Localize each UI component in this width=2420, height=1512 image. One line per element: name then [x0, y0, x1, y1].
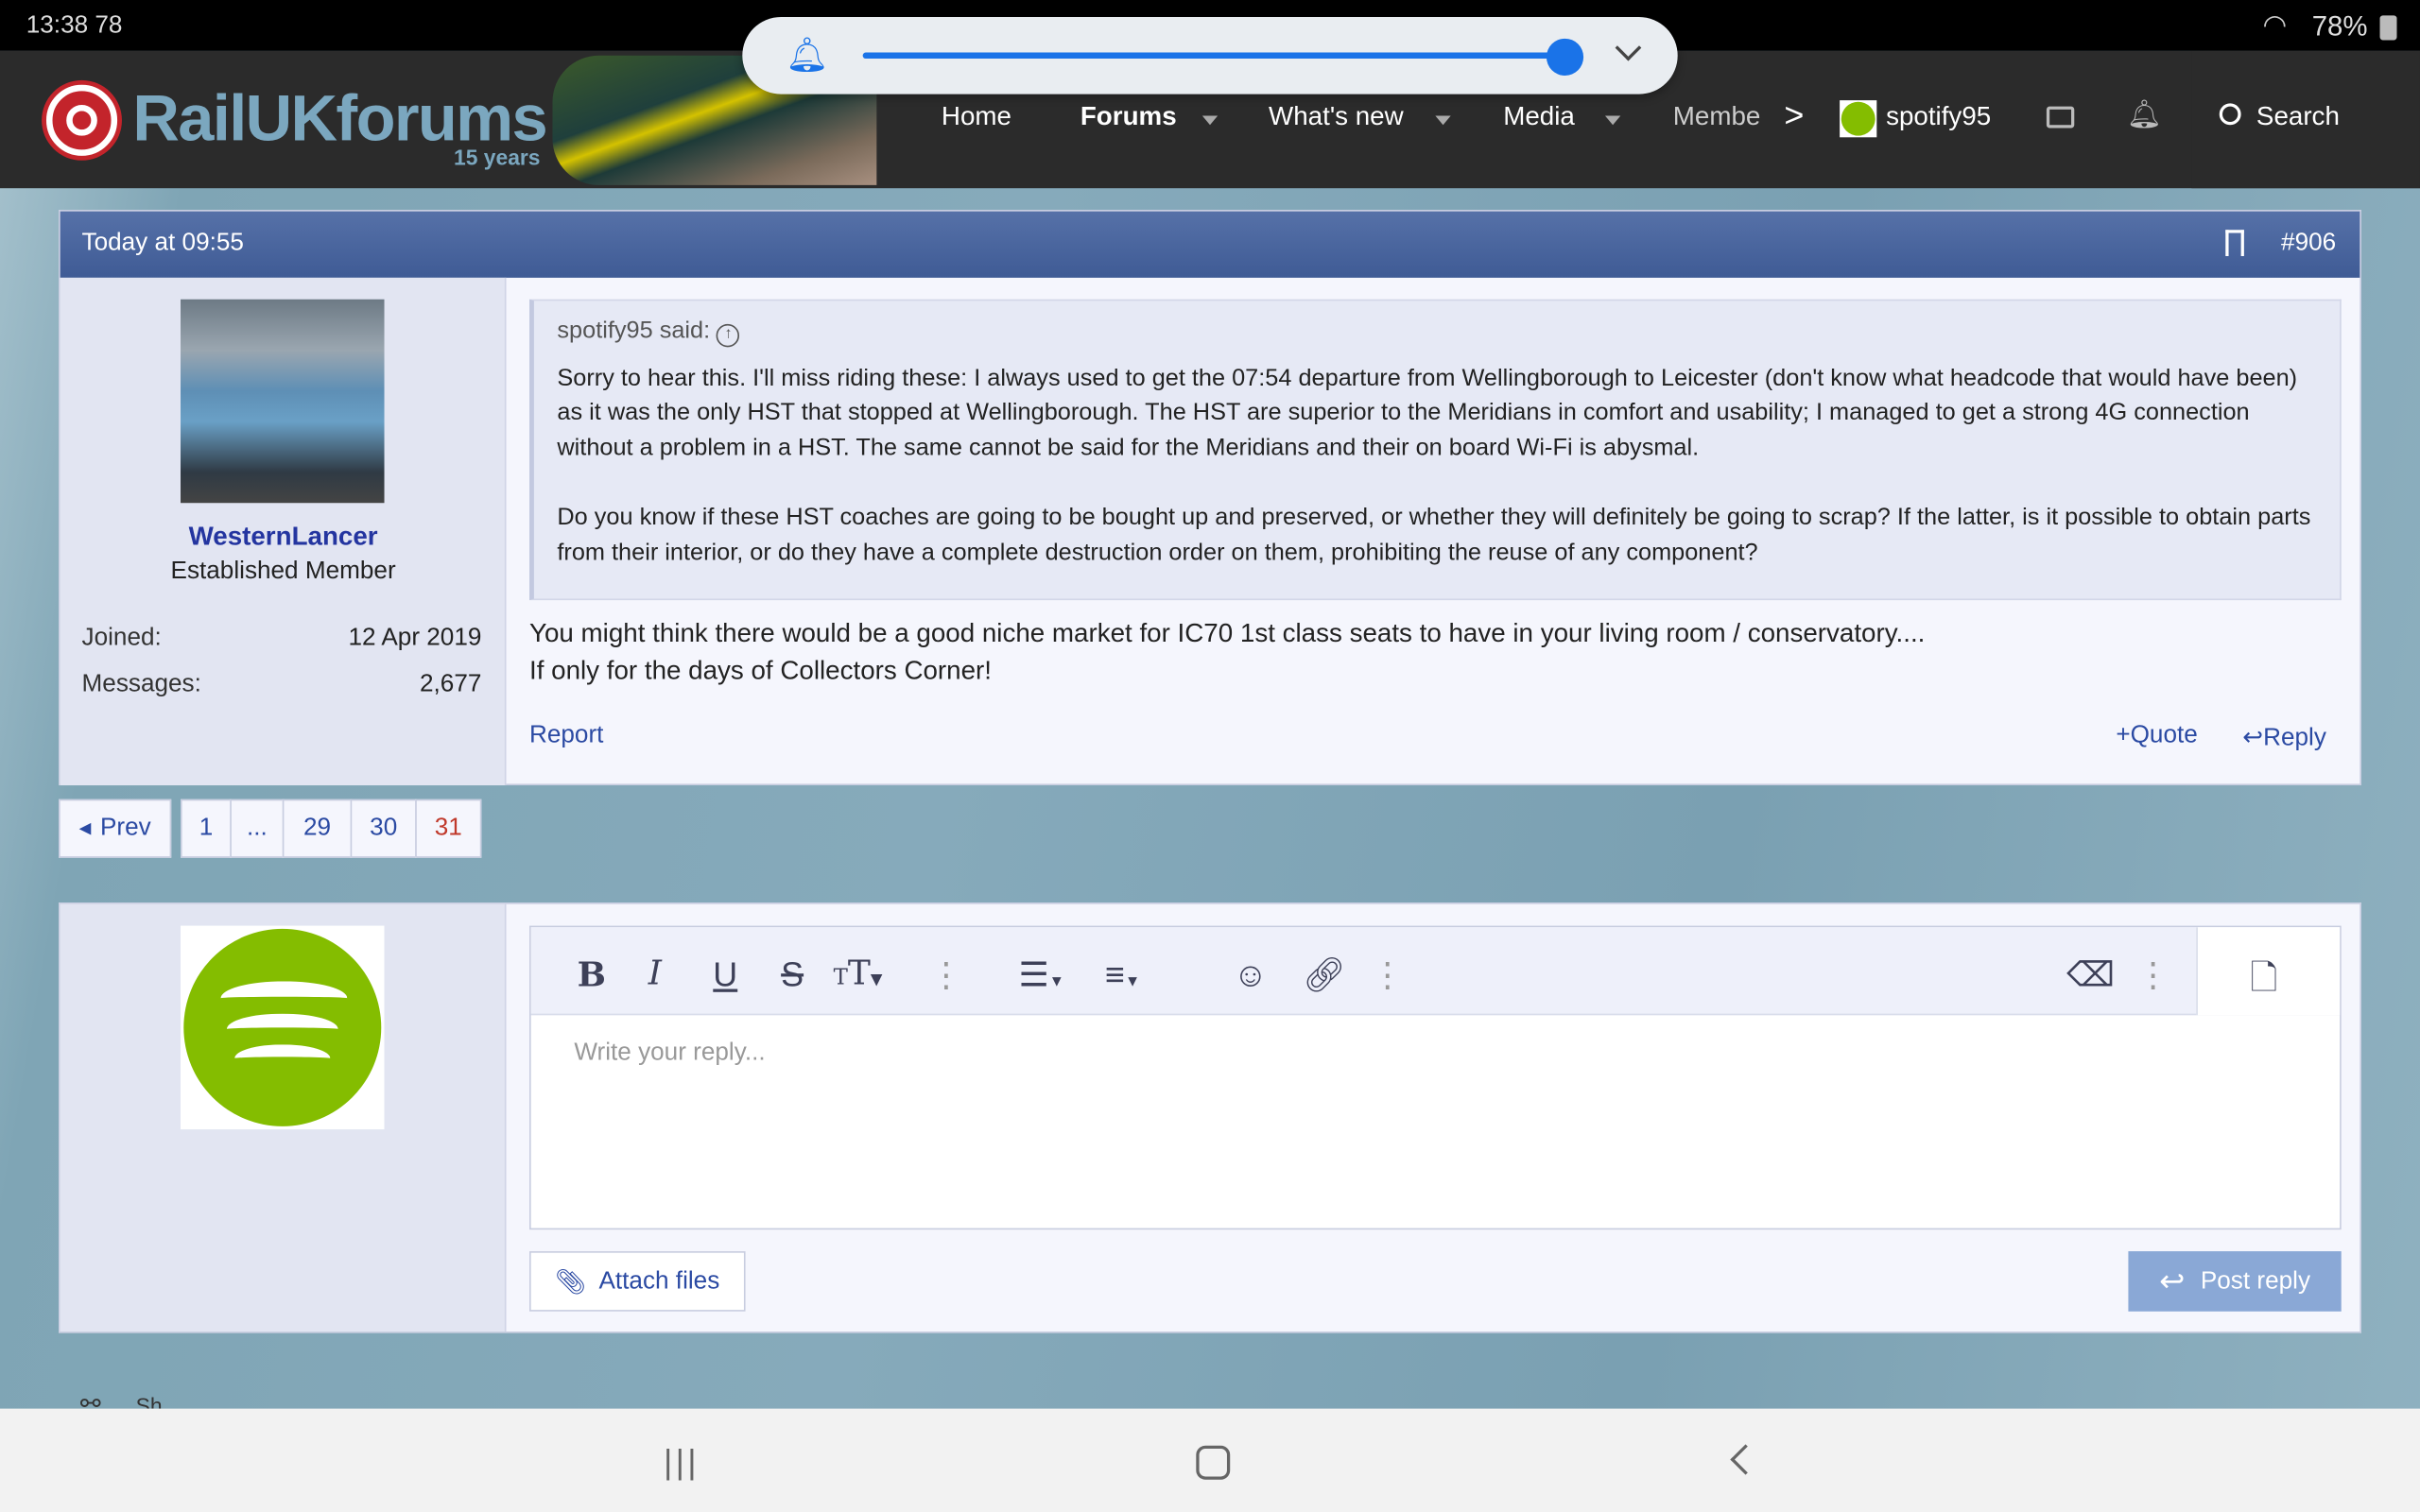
bold-icon[interactable]: B — [578, 955, 606, 995]
strikethrough-icon[interactable]: S — [781, 955, 804, 995]
status-time: 13:38 78 — [26, 12, 123, 39]
back-icon[interactable] — [1730, 1444, 1761, 1475]
arrow-up-circle-icon[interactable]: ↑ — [717, 323, 740, 348]
attach-label: Attach files — [598, 1267, 720, 1294]
quick-reply: B I U S TT▼ ⋮ ☰▼ ≡▼ ☺ 🔗︎ ⋮ ⌫ ⋮ 🗋︎ Write … — [59, 902, 2361, 1333]
quote-text-1: Sorry to hear this. I'll miss riding the… — [557, 365, 2298, 462]
messages-value: 2,677 — [420, 671, 482, 697]
quote-text-2: Do you know if these HST coaches are goi… — [557, 504, 2311, 566]
report-link[interactable]: Report — [529, 722, 603, 749]
bell-icon: 🔔︎ — [786, 35, 829, 75]
logo-subtitle: 15 years — [453, 145, 541, 170]
reply-user-panel — [60, 903, 507, 1332]
user-panel: WesternLancer Established Member Joined:… — [60, 277, 507, 786]
reply-input[interactable]: Write your reply... — [574, 1040, 765, 1067]
more-options-icon[interactable]: ⋮ — [1371, 955, 1405, 995]
eraser-icon[interactable]: ⌫ — [2066, 955, 2115, 995]
battery-percent: 78% — [2311, 10, 2368, 43]
editor: B I U S TT▼ ⋮ ☰▼ ≡▼ ☺ 🔗︎ ⋮ ⌫ ⋮ 🗋︎ Write … — [528, 925, 2342, 1230]
list-icon[interactable]: ☰▼ — [1019, 955, 1064, 995]
prev-page-button[interactable]: ◀ Prev — [59, 799, 172, 858]
page-31-current[interactable]: 31 — [415, 799, 482, 858]
link-icon[interactable]: 🔗︎ — [1303, 955, 1346, 995]
reply-icon: ↩︎ — [2242, 725, 2264, 752]
author-name[interactable]: WesternLancer — [60, 522, 507, 553]
bookmark-icon[interactable] — [2225, 230, 2244, 257]
post-timestamp[interactable]: Today at 09:55 — [82, 230, 244, 257]
nav-forums[interactable]: Forums — [1080, 102, 1177, 133]
share-label[interactable]: Sh — [136, 1393, 163, 1408]
post-reply-label: Post reply — [2200, 1267, 2311, 1294]
reply-label: Reply — [2263, 725, 2326, 752]
chevron-right-icon[interactable]: > — [1784, 95, 1804, 135]
post-reply-button[interactable]: ↩︎ Post reply — [2128, 1251, 2342, 1312]
bell-icon[interactable]: 🔔︎ — [2127, 98, 2162, 130]
more-options-icon[interactable]: ⋮ — [2136, 955, 2170, 995]
plus-icon: + — [2116, 722, 2131, 748]
page-1[interactable]: 1 — [181, 799, 232, 858]
quote-author: spotify95 said: — [557, 318, 711, 345]
post: Today at 09:55 #906 WesternLancer Establ… — [59, 210, 2361, 786]
chevron-down-icon[interactable] — [1604, 115, 1621, 126]
quote-label: Quote — [2130, 722, 2198, 748]
page-ellipsis[interactable]: ... — [230, 799, 285, 858]
underline-icon[interactable]: U — [713, 955, 737, 995]
system-nav-bar: ||| — [0, 1408, 2420, 1512]
post-text-line: If only for the days of Collectors Corne… — [528, 655, 993, 685]
nav-media[interactable]: Media — [1503, 102, 1575, 133]
preview-icon: 🗋︎ — [2250, 957, 2278, 997]
quote-header[interactable]: spotify95 said: ↑ — [534, 301, 2340, 350]
user-avatar[interactable] — [1840, 100, 1877, 138]
font-size-icon[interactable]: TT▼ — [834, 955, 883, 994]
attach-files-button[interactable]: 📎︎ Attach files — [528, 1251, 746, 1312]
post-number[interactable]: #906 — [2281, 230, 2336, 257]
volume-slider[interactable] — [862, 52, 1565, 60]
logo-icon[interactable] — [45, 84, 118, 156]
messages-label: Messages: — [81, 671, 201, 697]
post-body: You might think there would be a good ni… — [529, 615, 1925, 689]
search-button[interactable]: Search — [2191, 50, 2420, 189]
author-title: Established Member — [170, 558, 396, 585]
joined-value: 12 Apr 2019 — [348, 625, 482, 651]
nav-whats-new[interactable]: What's new — [1269, 102, 1404, 133]
chevron-down-icon[interactable] — [1201, 115, 1219, 126]
chevron-down-icon[interactable] — [1615, 34, 1642, 61]
recent-apps-icon[interactable]: ||| — [664, 1443, 700, 1483]
reply-avatar[interactable] — [181, 925, 385, 1130]
search-icon — [2219, 103, 2241, 126]
more-options-icon[interactable]: ⋮ — [929, 955, 963, 995]
username-link[interactable]: spotify95 — [1886, 102, 1991, 133]
search-label: Search — [2256, 101, 2340, 131]
mail-icon[interactable] — [2046, 106, 2075, 129]
reply-button[interactable]: ↩︎Reply — [2242, 722, 2326, 753]
battery-icon — [2379, 15, 2397, 41]
post-text-line: You might think there would be a good ni… — [528, 618, 1926, 648]
page-30[interactable]: 30 — [350, 799, 417, 858]
prev-label: Prev — [99, 815, 151, 841]
nav-members[interactable]: Membe — [1673, 102, 1761, 133]
emoji-icon[interactable]: ☺ — [1233, 955, 1268, 995]
post-header: Today at 09:55 #906 — [60, 211, 2360, 278]
paperclip-icon: 📎︎ — [555, 1268, 587, 1296]
joined-label: Joined: — [81, 625, 162, 651]
volume-slider-thumb[interactable] — [1546, 38, 1584, 76]
volume-panel: 🔔︎ — [742, 16, 1678, 94]
reply-icon: ↩︎ — [2159, 1264, 2186, 1299]
align-icon[interactable]: ≡▼ — [1105, 955, 1140, 995]
quote-button[interactable]: +Quote — [2116, 722, 2197, 749]
author-avatar[interactable] — [181, 299, 385, 504]
chevron-down-icon[interactable] — [1435, 115, 1451, 126]
home-icon[interactable] — [1196, 1445, 1231, 1480]
page-29[interactable]: 29 — [282, 799, 353, 858]
nav-home[interactable]: Home — [942, 102, 1011, 133]
editor-toolbar: B I U S TT▼ ⋮ ☰▼ ≡▼ ☺ 🔗︎ ⋮ ⌫ ⋮ 🗋︎ — [530, 927, 2341, 1016]
caret-left-icon: ◀ — [78, 819, 92, 837]
spotify-logo — [183, 928, 382, 1126]
preview-button[interactable]: 🗋︎ — [2196, 927, 2341, 1016]
italic-icon[interactable]: I — [648, 955, 662, 994]
wifi-icon: ◠ — [2262, 9, 2288, 41]
quote-block: spotify95 said: ↑ Sorry to hear this. I'… — [528, 299, 2342, 601]
